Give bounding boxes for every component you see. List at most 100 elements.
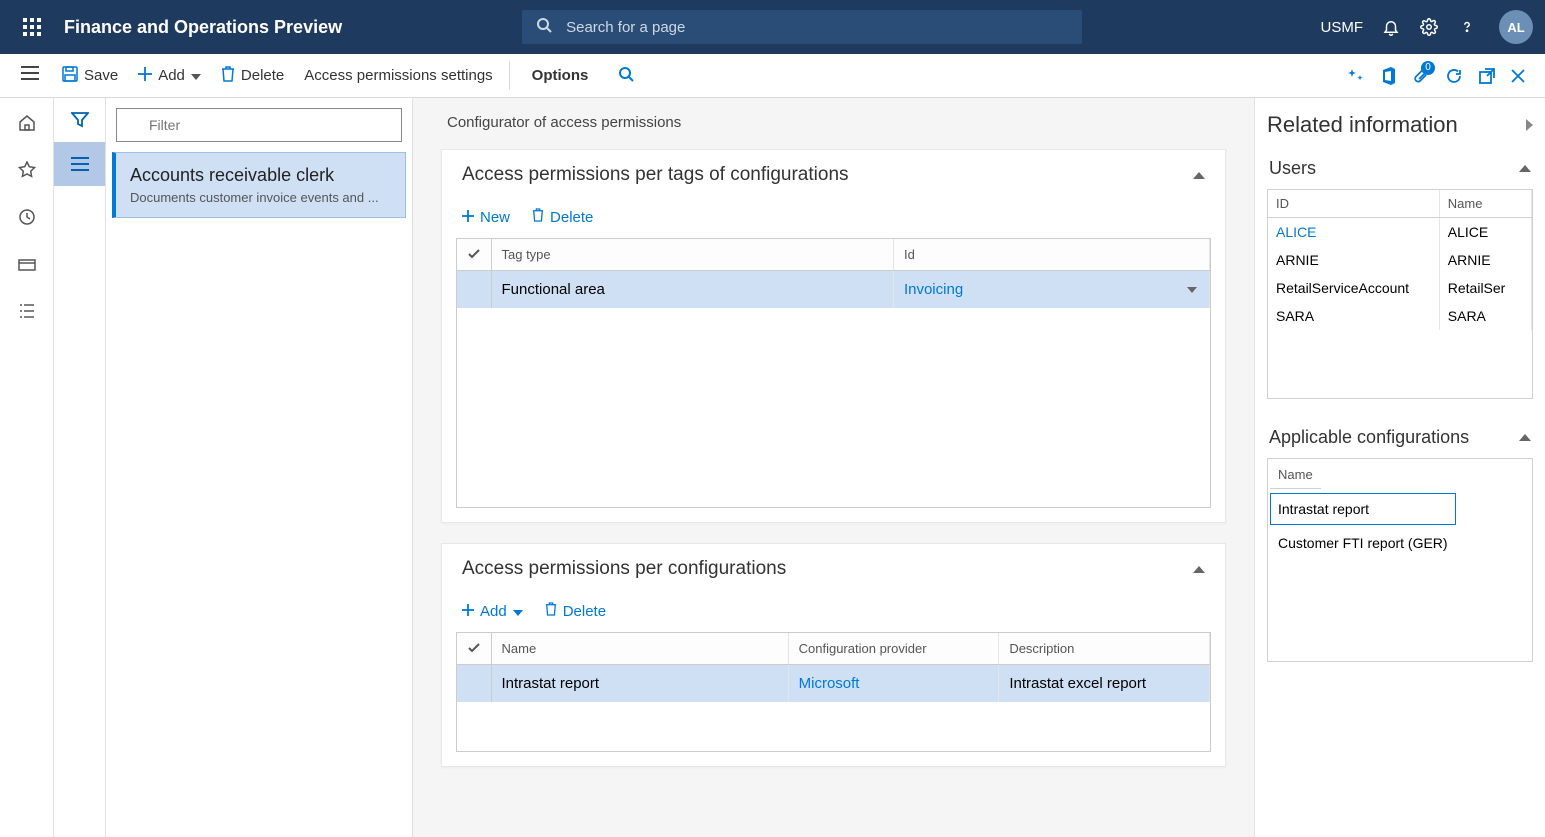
attachments-icon[interactable]: 0 <box>1413 67 1429 85</box>
chevron-right-icon[interactable] <box>1526 119 1533 131</box>
plus-icon <box>462 209 474 226</box>
tags-section: Access permissions per tags of configura… <box>441 149 1226 523</box>
column-tag-type[interactable]: Tag type <box>491 239 893 271</box>
column-name[interactable]: Name <box>491 633 788 665</box>
row-checkbox[interactable] <box>457 665 491 703</box>
table-row[interactable]: Customer FTI report (GER) <box>1270 527 1456 559</box>
plus-icon <box>462 603 474 620</box>
applicable-configs-grid: Name Intrastat reportCustomer FTI report… <box>1267 458 1533 662</box>
add-button[interactable]: Add <box>128 61 211 91</box>
column-id[interactable]: Id <box>893 239 1209 271</box>
cell-user-name[interactable]: ALICE <box>1439 218 1531 246</box>
table-row[interactable]: ARNIEARNIE <box>1268 246 1532 274</box>
save-button[interactable]: Save <box>52 60 128 92</box>
cell-user-name[interactable]: ARNIE <box>1439 246 1531 274</box>
chevron-up-icon[interactable] <box>1519 434 1531 441</box>
table-row[interactable]: Intrastat report <box>1270 493 1456 525</box>
delete-button[interactable]: Delete <box>211 60 294 92</box>
table-row[interactable]: RetailServiceAccountRetailSer <box>1268 274 1532 302</box>
users-section-title: Users <box>1269 158 1316 179</box>
column-provider[interactable]: Configuration provider <box>788 633 999 665</box>
gear-icon[interactable] <box>1419 17 1439 37</box>
bell-icon[interactable] <box>1381 17 1401 37</box>
access-settings-button[interactable]: Access permissions settings <box>294 61 509 90</box>
options-label: Options <box>532 67 589 84</box>
chevron-up-icon[interactable] <box>1193 172 1205 179</box>
refresh-icon[interactable] <box>1445 67 1463 85</box>
filter-icon[interactable] <box>54 98 105 142</box>
action-bar: Save Add Delete Access permissions setti… <box>0 54 1545 98</box>
delete-row-label: Delete <box>550 209 593 226</box>
add-config-label: Add <box>480 603 507 620</box>
row-checkbox[interactable] <box>457 271 491 309</box>
cell-config-name[interactable]: Customer FTI report (GER) <box>1270 527 1456 559</box>
badge: 0 <box>1421 61 1435 75</box>
cell-id[interactable]: Invoicing <box>893 271 1209 309</box>
app-launcher-icon[interactable] <box>12 18 52 36</box>
applicable-configs-title: Applicable configurations <box>1269 427 1469 448</box>
cell-user-id[interactable]: ARNIE <box>1268 246 1439 274</box>
close-icon[interactable] <box>1511 69 1525 83</box>
delete-row-button[interactable]: Delete <box>526 204 599 230</box>
search-icon <box>536 17 552 38</box>
new-button[interactable]: New <box>456 204 516 230</box>
home-icon[interactable] <box>18 114 36 137</box>
column-user-id[interactable]: ID <box>1268 190 1439 218</box>
filter-input[interactable] <box>116 108 402 142</box>
chevron-down-icon <box>191 67 201 84</box>
options-button[interactable]: Options <box>516 61 599 90</box>
filter-nav-column <box>54 98 106 837</box>
avatar[interactable]: AL <box>1499 10 1533 44</box>
clock-icon[interactable] <box>18 208 36 231</box>
cell-user-id[interactable]: SARA <box>1268 302 1439 330</box>
global-search-input[interactable] <box>566 19 1068 36</box>
top-header: Finance and Operations Preview USMF AL <box>0 0 1545 54</box>
action-search-button[interactable] <box>608 60 644 92</box>
delete-label: Delete <box>241 67 284 84</box>
cell-user-name[interactable]: RetailSer <box>1439 274 1531 302</box>
hamburger-icon[interactable] <box>21 66 39 85</box>
star-icon[interactable] <box>18 161 36 184</box>
cell-name[interactable]: Intrastat report <box>491 665 788 703</box>
cell-user-name[interactable]: SARA <box>1439 302 1531 330</box>
chevron-up-icon[interactable] <box>1193 566 1205 573</box>
office-icon[interactable] <box>1381 67 1397 85</box>
popout-icon[interactable] <box>1479 68 1495 84</box>
select-all-checkbox[interactable] <box>457 633 491 665</box>
related-info-pane: Related information Users ID Name ALICEA… <box>1255 98 1545 837</box>
select-all-checkbox[interactable] <box>457 239 491 271</box>
configs-grid: Name Configuration provider Description … <box>456 632 1211 752</box>
list-icon[interactable] <box>54 142 105 186</box>
cell-tag-type[interactable]: Functional area <box>491 271 893 309</box>
users-grid: ID Name ALICEALICEARNIEARNIERetailServic… <box>1267 189 1533 399</box>
page-title: Configurator of access permissions <box>413 98 1254 141</box>
cell-user-id[interactable]: ALICE <box>1268 218 1439 246</box>
chevron-up-icon[interactable] <box>1519 165 1531 172</box>
configs-section-title: Access permissions per configurations <box>462 558 786 580</box>
table-row[interactable]: ALICEALICE <box>1268 218 1532 246</box>
delete-config-button[interactable]: Delete <box>539 598 612 624</box>
workspace-icon[interactable] <box>18 255 36 278</box>
table-row[interactable]: SARASARA <box>1268 302 1532 330</box>
column-config-name[interactable]: Name <box>1270 461 1321 489</box>
list-item[interactable]: Accounts receivable clerk Documents cust… <box>112 152 406 218</box>
help-icon[interactable] <box>1457 17 1477 37</box>
cell-description[interactable]: Intrastat excel report <box>999 665 1210 703</box>
add-label: Add <box>158 67 185 84</box>
record-list-panel: Accounts receivable clerk Documents cust… <box>106 98 413 837</box>
legal-entity[interactable]: USMF <box>1321 19 1364 36</box>
copilot-icon[interactable] <box>1347 67 1365 85</box>
trash-icon <box>221 66 235 86</box>
cell-provider[interactable]: Microsoft <box>788 665 999 703</box>
add-config-button[interactable]: Add <box>456 598 529 624</box>
table-row[interactable]: Functional area Invoicing <box>457 271 1210 309</box>
table-row[interactable]: Intrastat report Microsoft Intrastat exc… <box>457 665 1210 703</box>
app-title: Finance and Operations Preview <box>64 17 342 38</box>
cell-config-name[interactable]: Intrastat report <box>1270 493 1456 525</box>
column-user-name[interactable]: Name <box>1439 190 1531 218</box>
delete-config-label: Delete <box>563 603 606 620</box>
column-description[interactable]: Description <box>999 633 1210 665</box>
global-search[interactable] <box>522 10 1082 44</box>
cell-user-id[interactable]: RetailServiceAccount <box>1268 274 1439 302</box>
modules-icon[interactable] <box>18 302 36 325</box>
